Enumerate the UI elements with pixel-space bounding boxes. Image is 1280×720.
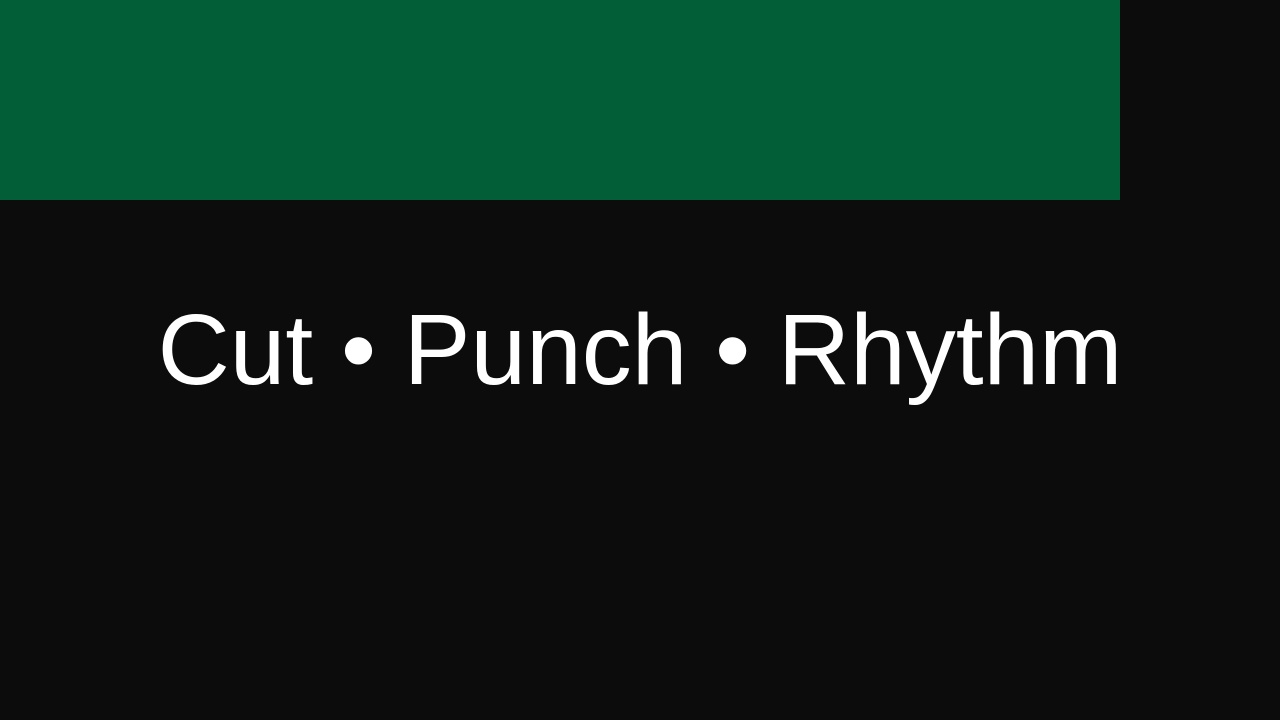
green-accent-band bbox=[0, 0, 1120, 200]
headline-text: Cut • Punch • Rhythm bbox=[157, 294, 1123, 406]
